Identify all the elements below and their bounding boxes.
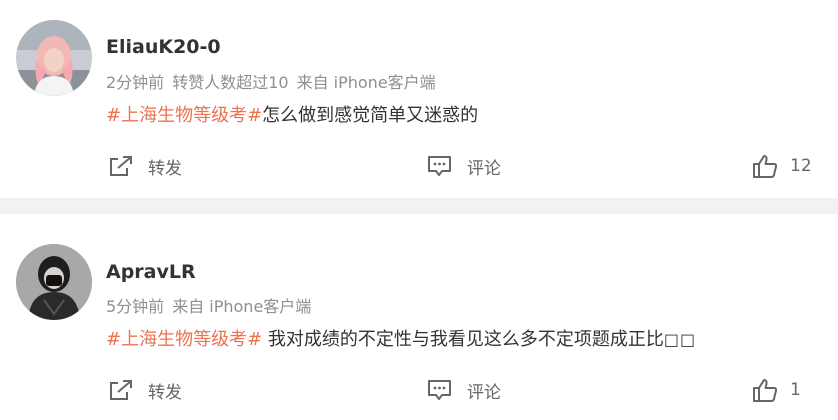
comment-label: 评论 [467, 382, 501, 403]
comment-icon [428, 380, 451, 400]
avatar[interactable] [16, 20, 92, 96]
thumbs-up-icon [753, 379, 778, 402]
username[interactable]: EliauK20-0 [106, 36, 221, 58]
post-source: 来自 iPhone客户端 [172, 297, 312, 316]
repost-button[interactable]: 转发 [108, 149, 182, 183]
comment-button[interactable]: 评论 [427, 373, 501, 407]
avatar[interactable] [16, 244, 92, 320]
share-icon [110, 380, 132, 400]
post-time: 2分钟前 [106, 73, 165, 92]
repost-label: 转发 [148, 158, 182, 179]
repost-like-count-note: 转赞人数超过10 [172, 73, 289, 92]
action-bar: 转发 评论 12 [0, 149, 838, 183]
post-meta: 2分钟前 转赞人数超过10 来自 iPhone客户端 [106, 69, 444, 93]
hashtag-link[interactable]: #上海生物等级考# [106, 105, 262, 126]
item-separator [0, 198, 838, 214]
like-button[interactable]: 12 [752, 149, 812, 183]
post-source: 来自 iPhone客户端 [296, 73, 436, 92]
post-content: #上海生物等级考# 我对成绩的不定性与我看见这么多不定项题成正比□□ [106, 325, 696, 351]
repost-button[interactable]: 转发 [108, 373, 182, 407]
thumbs-up-icon [753, 155, 778, 178]
hashtag-link[interactable]: #上海生物等级考# [106, 329, 262, 350]
comment-label: 评论 [467, 158, 501, 179]
comment-item: ApravLR 5分钟前 来自 iPhone客户端 #上海生物等级考# 我对成绩的… [0, 214, 838, 420]
comment-icon [428, 156, 451, 176]
like-count: 1 [790, 380, 801, 400]
comment-button[interactable]: 评论 [427, 149, 501, 183]
like-count: 12 [790, 156, 812, 176]
post-meta: 5分钟前 来自 iPhone客户端 [106, 293, 319, 317]
post-time: 5分钟前 [106, 297, 165, 316]
comment-feed: EliauK20-0 2分钟前 转赞人数超过10 来自 iPhone客户端 #上海生… [0, 0, 838, 420]
post-text: 我对成绩的不定性与我看见这么多不定项题成正比 [262, 329, 664, 350]
post-text: 怎么做到感觉简单又迷惑的 [262, 105, 479, 126]
post-content: #上海生物等级考#怎么做到感觉简单又迷惑的 [106, 101, 478, 127]
repost-label: 转发 [148, 382, 182, 403]
comment-item: EliauK20-0 2分钟前 转赞人数超过10 来自 iPhone客户端 #上海生… [0, 0, 838, 198]
missing-emoji-glyph: □□ [663, 330, 697, 349]
action-bar: 转发 评论 1 [0, 373, 838, 407]
share-icon [110, 156, 132, 176]
like-button[interactable]: 1 [752, 373, 801, 407]
username[interactable]: ApravLR [106, 261, 196, 283]
